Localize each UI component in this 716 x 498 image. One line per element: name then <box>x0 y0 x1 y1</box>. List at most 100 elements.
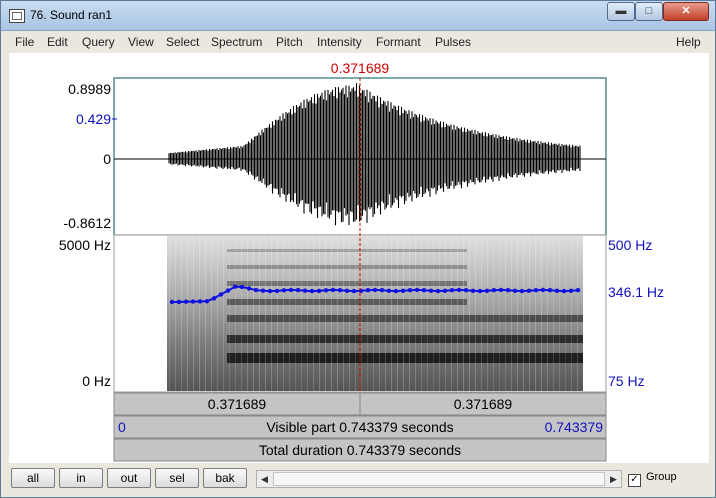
spectrogram-texture <box>577 236 578 391</box>
spectrogram-texture <box>241 236 242 391</box>
spectrogram-texture <box>397 236 398 391</box>
pitch-point <box>526 288 532 293</box>
pitch-point <box>253 287 259 293</box>
zoom-out-button[interactable]: out <box>107 468 151 488</box>
window-icon <box>9 9 25 23</box>
pitch-point <box>575 288 581 293</box>
pitch-point <box>274 288 280 294</box>
title-bar[interactable]: 76. Sound ran1 ▬ □ ✕ <box>1 1 715 31</box>
pitch-point <box>169 299 175 305</box>
spectrogram-texture <box>169 236 170 391</box>
spectrogram-texture <box>277 236 278 391</box>
spectrogram-texture <box>427 236 428 391</box>
pitch-point <box>421 288 427 293</box>
spectrogram-texture <box>355 236 356 391</box>
formant-band <box>227 299 467 305</box>
spectrogram-texture <box>187 236 188 391</box>
scroll-right-arrow-icon[interactable]: ▶ <box>606 471 621 487</box>
menu-intensity[interactable]: Intensity <box>317 35 362 49</box>
spectrogram-texture <box>475 236 476 391</box>
menu-spectrum[interactable]: Spectrum <box>211 35 262 49</box>
menu-file[interactable]: File <box>15 35 34 49</box>
pitch-point <box>463 288 469 293</box>
visible-part-text: Visible part 0.743379 seconds <box>266 419 453 435</box>
spectrogram-texture <box>409 236 410 391</box>
pitch-point <box>547 288 553 293</box>
pitch-point <box>519 288 525 294</box>
pitch-point <box>400 288 406 293</box>
waveform-max-label: 0.8989 <box>68 81 111 97</box>
menu-pitch[interactable]: Pitch <box>276 35 303 49</box>
pitch-point <box>540 287 546 293</box>
editor-canvas[interactable]: 0.371689 0.8989 0.429 0 -0.8612 5000 Hz … <box>9 53 709 463</box>
pitch-point <box>470 288 476 293</box>
spectrogram-texture <box>415 236 416 391</box>
spectrogram-texture <box>265 236 266 391</box>
pitch-point <box>386 288 392 293</box>
zoom-all-button[interactable]: all <box>11 468 55 488</box>
pitch-point <box>512 288 518 293</box>
menu-help[interactable]: Help <box>676 35 701 49</box>
pitch-point <box>456 287 462 293</box>
group-checkbox[interactable]: ✓ <box>628 474 641 487</box>
pitch-point <box>225 288 231 293</box>
spectrogram-texture <box>373 236 374 391</box>
zoom-in-button[interactable]: in <box>59 468 103 488</box>
pitch-point <box>365 288 371 293</box>
zoom-back-button[interactable]: bak <box>203 468 247 488</box>
pitch-point <box>211 296 217 301</box>
pitch-point <box>344 288 350 293</box>
menu-edit[interactable]: Edit <box>47 35 68 49</box>
spectrogram-texture <box>253 236 254 391</box>
zoom-selection-button[interactable]: sel <box>155 468 199 488</box>
spectrogram-texture <box>349 236 350 391</box>
sound-view[interactable]: 0.371689 0.8989 0.429 0 -0.8612 5000 Hz … <box>9 53 709 463</box>
spectrogram-texture <box>229 236 230 391</box>
menu-pulses[interactable]: Pulses <box>435 35 471 49</box>
pitch-point <box>358 288 364 293</box>
menu-view[interactable]: View <box>128 35 154 49</box>
spectrogram-texture <box>223 236 224 391</box>
spectrogram-texture <box>421 236 422 391</box>
spectrogram-texture <box>235 236 236 391</box>
spectrogram-texture <box>295 236 296 391</box>
pitch-point <box>295 287 301 293</box>
spectrogram-texture <box>193 236 194 391</box>
waveform-min-label: -0.8612 <box>64 215 112 231</box>
spectrogram-texture <box>463 236 464 391</box>
pitch-point <box>288 287 294 293</box>
pitch-point <box>204 299 210 304</box>
spectrogram-texture <box>301 236 302 391</box>
menu-select[interactable]: Select <box>166 35 199 49</box>
maximize-button[interactable]: □ <box>635 2 663 21</box>
pitch-point <box>302 288 308 293</box>
spectrogram-texture <box>505 236 506 391</box>
spectrogram-texture <box>487 236 488 391</box>
pitch-point <box>407 288 413 293</box>
spectrogram-texture <box>499 236 500 391</box>
close-button[interactable]: ✕ <box>663 2 709 21</box>
group-toggle[interactable]: ✓ Group <box>628 471 677 487</box>
scroll-left-arrow-icon[interactable]: ◀ <box>257 471 272 487</box>
spectrogram-image <box>167 236 583 391</box>
pitch-point <box>477 288 483 294</box>
pitch-point <box>379 288 385 293</box>
waveform-zero-label: 0 <box>103 151 111 167</box>
pitch-point <box>323 288 329 293</box>
menu-formant[interactable]: Formant <box>376 35 421 49</box>
pitch-point <box>351 288 357 294</box>
window-title: 76. Sound ran1 <box>30 8 113 22</box>
spectrogram-texture <box>289 236 290 391</box>
scroll-thumb[interactable] <box>273 472 605 486</box>
pitch-point <box>393 288 399 294</box>
spectrogram-texture <box>547 236 548 391</box>
pitch-point <box>568 288 574 293</box>
pitch-point <box>176 299 182 305</box>
spectrogram-texture <box>361 236 362 391</box>
horizontal-scrollbar[interactable]: ◀ ▶ <box>256 470 622 488</box>
formant-band <box>227 281 467 286</box>
visible-end-label: 0.743379 <box>545 419 604 435</box>
pitch-top-label: 500 Hz <box>608 237 652 253</box>
minimize-button[interactable]: ▬ <box>607 2 635 21</box>
menu-query[interactable]: Query <box>82 35 115 49</box>
